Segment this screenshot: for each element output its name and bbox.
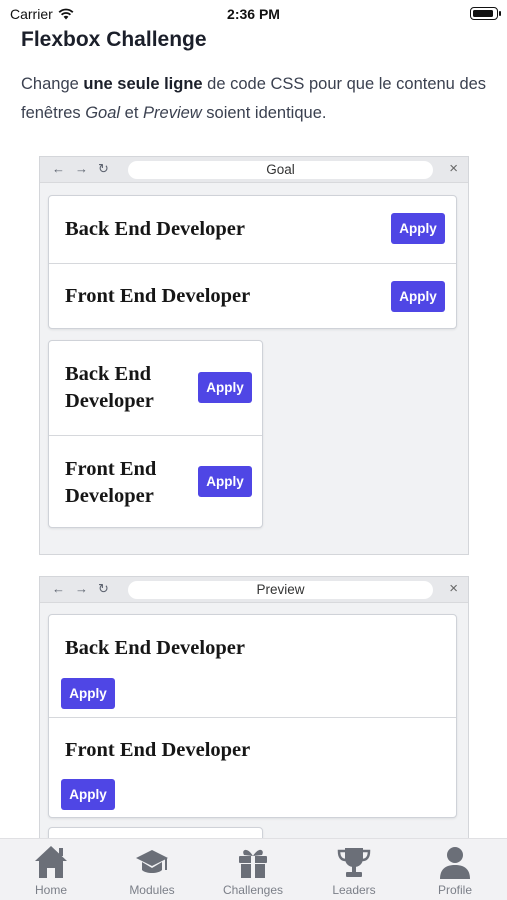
job-row: Back End Developer Apply [49,341,262,435]
job-title-line: Developer [65,390,154,412]
reload-icon[interactable]: ↻ [98,161,109,177]
job-title-line: Back End [65,363,152,385]
intro-emphasis: une seule ligne [83,75,203,93]
person-icon [440,847,470,879]
intro-text-part: soient identique. [201,104,327,122]
apply-button[interactable]: Apply [391,281,445,312]
job-row: Back End Developer Apply [49,615,456,717]
tab-challenges[interactable]: Challenges [203,839,303,900]
intro-goal-word: Goal [85,104,121,122]
goal-wide-job-list: Back End Developer Apply Front End Devel… [48,195,457,329]
job-title-line: Developer [65,485,154,507]
close-icon[interactable]: × [449,580,458,597]
bottom-tab-bar: Home Modules Challenges Leaders Profile [0,838,507,900]
browser-nav: ← → ↻ [52,161,109,177]
page-title: Flexbox Challenge [21,28,207,51]
apply-button[interactable]: Apply [198,466,252,497]
job-row: Front End Developer Apply [49,435,262,527]
goal-narrow-job-list: Back End Developer Apply Front End Devel… [48,340,263,528]
apply-button[interactable]: Apply [61,779,115,810]
goal-url-bar: Goal [128,161,433,179]
graduation-cap-icon [136,850,168,873]
preview-window: ← → ↻ Preview × Back End Developer Apply… [39,576,469,867]
preview-window-toolbar: ← → ↻ Preview × [40,577,468,603]
job-title: Back End Developer [65,637,245,659]
status-bar: Carrier 2:36 PM [0,0,507,28]
intro-preview-word: Preview [143,104,202,122]
job-title: Back End Developer [65,218,245,240]
job-title: Front End Developer [65,456,156,510]
tab-modules[interactable]: Modules [102,839,202,900]
apply-button[interactable]: Apply [198,372,252,403]
goal-window-toolbar: ← → ↻ Goal × [40,157,468,183]
job-title: Front End Developer [65,285,251,307]
tab-label: Profile [437,883,472,897]
tab-label: Leaders [332,883,376,897]
gift-icon [239,849,267,878]
back-arrow-icon[interactable]: ← [52,581,65,597]
back-arrow-icon[interactable]: ← [52,161,65,177]
battery-icon [470,7,501,20]
intro-text-part: Change [21,75,84,93]
tab-profile[interactable]: Profile [405,839,505,900]
reload-icon[interactable]: ↻ [98,581,109,597]
apply-button[interactable]: Apply [391,213,445,244]
tab-home[interactable]: Home [1,839,101,900]
preview-url-bar: Preview [128,581,433,599]
job-title: Front End Developer [65,739,251,761]
browser-nav: ← → ↻ [52,581,109,597]
intro-text-part: et [120,104,144,122]
job-row: Back End Developer Apply [49,196,456,263]
home-icon [35,846,67,878]
job-row: Front End Developer Apply [49,263,456,328]
forward-arrow-icon[interactable]: → [75,161,88,177]
job-row: Front End Developer Apply [49,717,456,817]
tab-label: Home [34,883,67,897]
tab-label: Challenges [222,883,284,897]
job-title-line: Front End [65,458,157,480]
job-title: Back End Developer [65,361,154,415]
trophy-icon [337,848,371,877]
preview-wide-job-list: Back End Developer Apply Front End Devel… [48,614,457,818]
intro-text: Change une seule ligne de code CSS pour … [21,70,491,128]
goal-window: ← → ↻ Goal × Back End Developer Apply Fr… [39,156,469,555]
close-icon[interactable]: × [449,160,458,177]
apply-button[interactable]: Apply [61,678,115,709]
tab-label: Modules [129,883,175,897]
status-time: 2:36 PM [227,6,280,22]
tab-leaders[interactable]: Leaders [304,839,404,900]
forward-arrow-icon[interactable]: → [75,581,88,597]
